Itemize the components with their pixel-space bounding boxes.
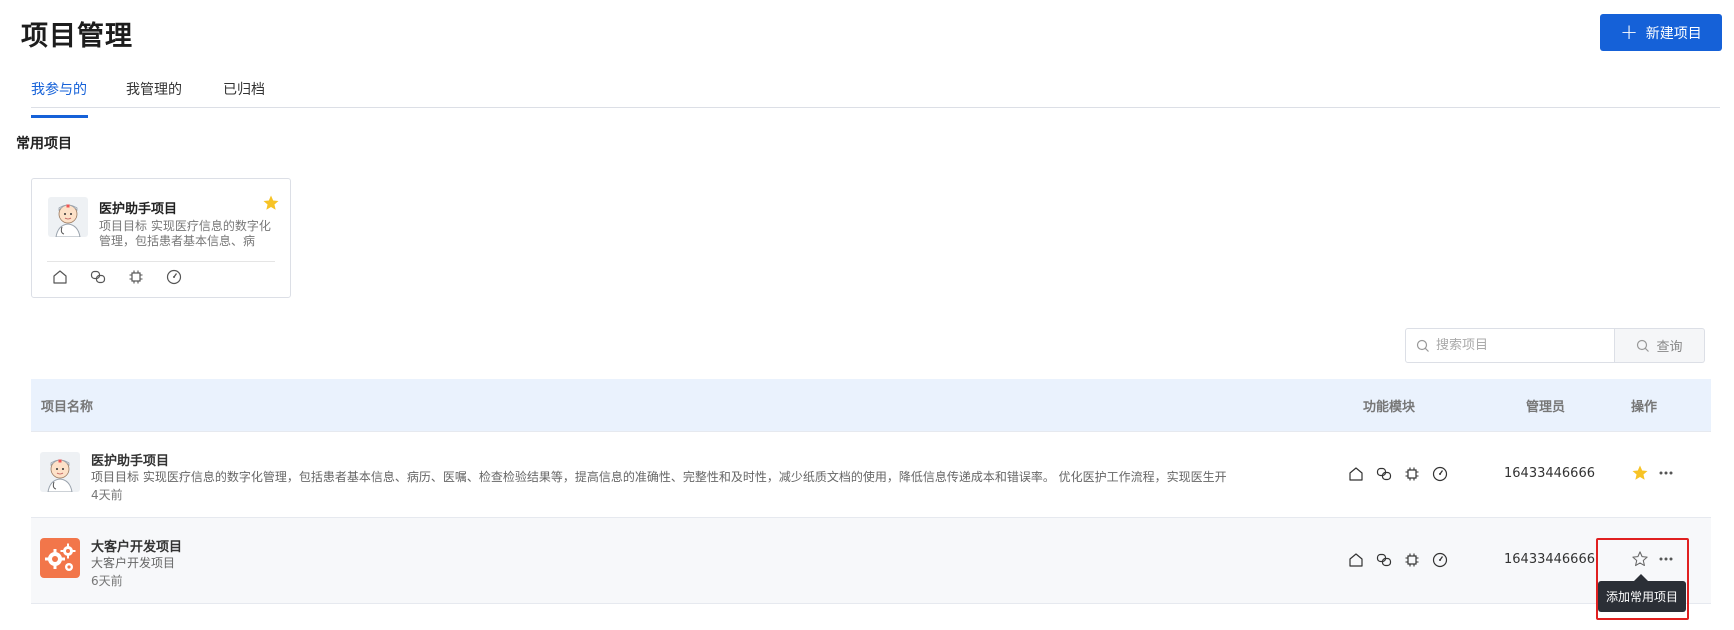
search-icon — [1637, 339, 1650, 352]
gauge-icon[interactable] — [166, 269, 182, 285]
row-module-icons — [1348, 552, 1448, 568]
query-button[interactable]: 查询 — [1615, 328, 1705, 363]
card-project-description: 项目目标 实现医疗信息的数字化管理，包括患者基本信息、病 — [99, 219, 271, 248]
favorites-section-title: 常用项目 — [16, 136, 72, 152]
card-divider — [47, 261, 275, 262]
search-field[interactable] — [1405, 328, 1615, 363]
tab-participated[interactable]: 我参与的 — [31, 79, 88, 118]
search-icon — [1416, 339, 1429, 352]
project-table: 项目名称 功能模块 管理员 操作 医护助手项目 项目目标 实现医疗信息的数字化管… — [31, 379, 1711, 604]
plus-icon: + — [1620, 20, 1638, 44]
new-project-button[interactable]: + 新建项目 — [1600, 14, 1722, 51]
row-module-icons — [1348, 466, 1448, 482]
tab-bar: 我参与的 我管理的 已归档 — [31, 68, 1720, 118]
row-project-description: 大客户开发项目 — [91, 556, 176, 570]
card-project-name: 医护助手项目 — [99, 202, 178, 217]
home-icon[interactable] — [1348, 552, 1364, 568]
row-project-name[interactable]: 大客户开发项目 — [91, 536, 182, 555]
table-row[interactable]: 医护助手项目 项目目标 实现医疗信息的数字化管理，包括患者基本信息、病历、医嘱、… — [31, 432, 1711, 518]
row-admin: 16433446666 — [1504, 466, 1595, 481]
star-filled-icon[interactable] — [262, 194, 280, 212]
column-header-actions: 操作 — [1631, 400, 1658, 415]
chip-icon[interactable] — [1404, 466, 1420, 482]
table-row[interactable]: 大客户开发项目 大客户开发项目 6天前 16433446666 — [31, 518, 1711, 604]
card-module-icons — [52, 269, 182, 285]
column-header-project-name: 项目名称 — [41, 400, 94, 415]
gauge-icon[interactable] — [1432, 552, 1448, 568]
row-updated-time: 6天前 — [91, 574, 123, 588]
tooltip-arrow — [1634, 574, 1648, 581]
more-icon[interactable] — [1657, 551, 1675, 567]
active-tab-indicator — [31, 115, 88, 118]
add-favorite-tooltip: 添加常用项目 — [1598, 581, 1686, 612]
new-project-label: 新建项目 — [1645, 25, 1702, 42]
table-header: 项目名称 功能模块 管理员 操作 — [31, 379, 1711, 432]
doctor-avatar — [40, 452, 80, 492]
home-icon[interactable] — [52, 269, 68, 285]
tab-participated-label: 我参与的 — [31, 82, 87, 98]
column-header-admin: 管理员 — [1526, 400, 1566, 415]
gauge-icon[interactable] — [1432, 466, 1448, 482]
star-outline-icon[interactable] — [1631, 550, 1649, 568]
row-project-description: 项目目标 实现医疗信息的数字化管理，包括患者基本信息、病历、医嘱、检查检验结果等… — [91, 470, 1227, 484]
column-header-modules: 功能模块 — [1363, 400, 1416, 415]
row-project-name[interactable]: 医护助手项目 — [91, 450, 169, 469]
star-filled-icon[interactable] — [1631, 464, 1649, 482]
gears-avatar — [40, 538, 80, 578]
tab-managed[interactable]: 我管理的 — [126, 79, 182, 99]
link-icon[interactable] — [1376, 552, 1392, 568]
link-icon[interactable] — [1376, 466, 1392, 482]
tab-archived[interactable]: 已归档 — [223, 79, 265, 99]
search-input[interactable] — [1436, 338, 1606, 353]
tab-archived-label: 已归档 — [223, 82, 265, 98]
chip-icon[interactable] — [1404, 552, 1420, 568]
favorite-project-card[interactable]: 医护助手项目 项目目标 实现医疗信息的数字化管理，包括患者基本信息、病 — [31, 178, 291, 298]
chip-icon[interactable] — [128, 269, 144, 285]
home-icon[interactable] — [1348, 466, 1364, 482]
query-button-label: 查询 — [1656, 340, 1683, 355]
doctor-avatar — [48, 197, 88, 237]
row-admin: 16433446666 — [1504, 552, 1595, 567]
page-title: 项目管理 — [21, 21, 133, 52]
row-updated-time: 4天前 — [91, 488, 123, 502]
tab-managed-label: 我管理的 — [126, 82, 182, 98]
more-icon[interactable] — [1657, 465, 1675, 481]
link-icon[interactable] — [90, 269, 106, 285]
